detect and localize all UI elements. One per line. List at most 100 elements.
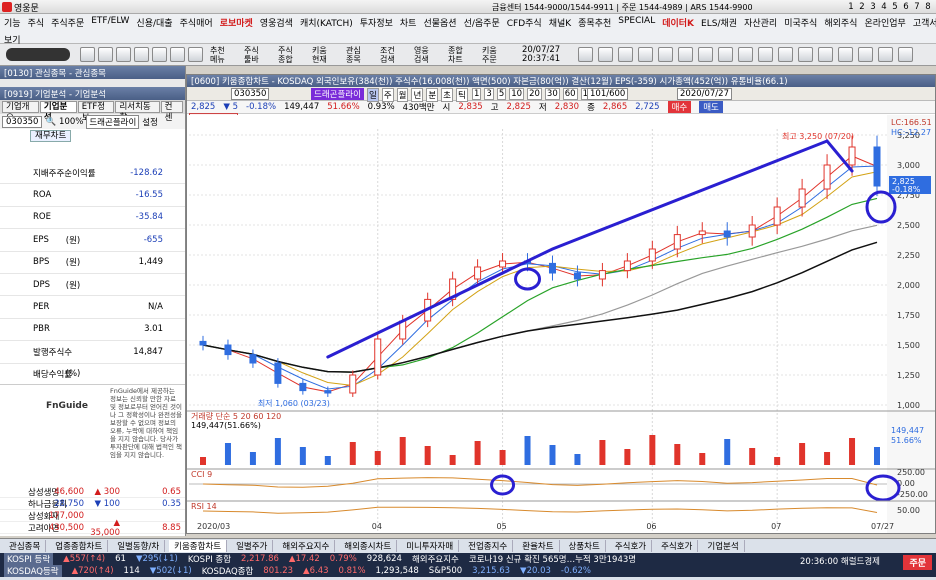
compare-icon[interactable] [798,47,813,62]
menu-item[interactable]: SPECIAL [618,16,655,29]
screen-number-6[interactable]: 6 [902,2,910,12]
company-analysis-header[interactable]: [0919] 기업분석 - 기업분석 [0,87,185,100]
flag-icon[interactable] [758,47,773,62]
interval-button[interactable]: 30 [544,88,560,100]
search-icon[interactable] [818,47,833,62]
bars-icon[interactable] [678,47,693,62]
menu-item[interactable]: 기능 [4,16,21,29]
zoom-level[interactable]: 100% [59,117,83,127]
menu-item[interactable]: 선물옵션 [423,16,456,29]
period-button[interactable]: 초 [441,88,453,102]
interval-button[interactable]: 60 [562,88,578,100]
menu-item[interactable]: ETF/ELW [91,16,129,29]
menu-item[interactable]: 주식 [28,16,45,29]
chart-icon[interactable] [134,47,149,62]
tab-0[interactable]: 기업개요 [2,101,39,123]
chart-code-input[interactable]: 030350 [231,88,270,100]
bottom-tab[interactable]: 해외주요지수 [277,540,336,552]
bottom-tab[interactable]: 키움종합차트 [169,540,228,552]
menu-item[interactable]: 데이터K [662,16,694,29]
menu-item[interactable]: CFD주식 [507,16,542,29]
interval-button[interactable]: 5 [496,88,507,100]
watchlist-row[interactable]: 하나금융지 28,750 ▼ 100 0.35 [0,498,185,510]
toolbar-button[interactable]: 종합 차트 [448,46,463,64]
chart-header[interactable]: [0600] 키움종합차트 - KOSDAQ 외국인보유(384(천)) 주식수… [187,75,935,87]
bottom-tab[interactable]: 일별주가 [231,540,274,552]
chart-count[interactable]: 101/600 [587,88,629,100]
menu-item[interactable]: 온라인업무 [864,16,905,29]
toolbar-button[interactable]: 키움 주문 [482,46,497,64]
table-icon[interactable] [598,47,613,62]
screen-number-5[interactable]: 5 [891,2,899,12]
bottom-tab[interactable]: 해외종시차트 [339,540,398,552]
edit-icon[interactable] [98,47,113,62]
search-icon[interactable]: 🔍 [45,117,56,127]
screen-number-4[interactable]: 4 [880,2,888,12]
toolbar-button[interactable]: 조건 검색 [380,46,395,64]
period-button[interactable]: 년 [411,88,424,102]
lock-icon[interactable] [858,47,873,62]
menu-item[interactable]: 영웅검색 [260,16,293,29]
bottom-tab[interactable]: 미니투자자매 [401,540,460,552]
menu-item[interactable]: 선/옵주문 [464,16,500,29]
bottom-tab[interactable]: 주식호가 [656,540,699,552]
help-icon[interactable] [838,47,853,62]
watchlist-row[interactable]: 삼성생명 46,600 ▲ 300 0.65 [0,486,185,498]
interval-button[interactable]: 20 [527,88,542,100]
menu-item[interactable]: 종목추천 [578,16,611,29]
tab-4[interactable]: 컨센 [160,101,183,123]
pencil-icon[interactable] [778,47,793,62]
watchlist-header[interactable]: [0130] 관심종목 - 관심종목 [0,66,185,79]
line-icon[interactable] [658,47,673,62]
screen-number-buttons[interactable]: 12345678 [847,2,932,12]
menu-item[interactable]: 고객서비스 [913,16,936,29]
folder-icon[interactable] [80,47,95,62]
bottom-tab[interactable]: 환율차트 [517,540,560,552]
list-icon[interactable] [578,47,593,62]
search-box[interactable] [6,48,70,61]
menu-item[interactable]: ELS/채권 [701,16,737,29]
chart-area[interactable]: 3,250 3,000 2,750 2,500 2,250 2,000 1,750 1,500… [187,115,935,536]
bottom-tab[interactable]: 기업분석 [702,540,745,552]
grid-icon[interactable] [116,47,131,62]
watchlist-row[interactable]: 고려아연 430,500 ▲ 35,000 8.85 [0,518,185,538]
period-button[interactable]: 분 [426,88,439,102]
menu-item[interactable]: 미국주식 [784,16,817,29]
sell-button[interactable]: 매도 [699,101,723,113]
screen-number-8[interactable]: 8 [924,2,932,12]
tab-3[interactable]: 리서치동향 [115,101,160,123]
bottom-tab[interactable]: 일별동향/차 [112,540,166,552]
calc-icon[interactable] [638,47,653,62]
chart-svg[interactable]: 3,2503,0002,7502,5002,2502,0001,7501,500… [187,115,935,533]
toolbar-button[interactable]: 주식 툴바 [244,46,259,64]
gear-icon[interactable] [618,47,633,62]
screen-number-7[interactable]: 7 [913,2,921,12]
window-icon[interactable] [152,47,167,62]
screen-number-1[interactable]: 1 [847,2,855,12]
toolbar-button[interactable]: 관심 종목 [346,46,361,64]
tab-2[interactable]: ETF정보 [77,101,115,123]
menu-item[interactable]: 신용/대출 [136,16,172,29]
bottom-tab[interactable]: 상품차트 [564,540,606,552]
stock-name-field[interactable]: 드래곤플라이 [86,114,140,129]
interval-button[interactable]: 10 [509,88,525,100]
menu-item[interactable]: 차트 [400,16,417,29]
screen-number-2[interactable]: 2 [858,2,866,12]
tab-1[interactable]: 기업분석 [39,101,77,123]
toolbar-button[interactable]: 영웅 검색 [414,46,429,64]
period-button[interactable]: 일 [367,88,379,102]
toolbar-button[interactable]: 주식 종합 [278,46,293,64]
chart-date[interactable]: 2020/07/27 [677,88,732,100]
toolbar-button[interactable]: 키움 현재 [312,46,327,64]
screen-number-3[interactable]: 3 [869,2,877,12]
stock-code-input[interactable]: 030350 [2,115,43,128]
menu-item[interactable]: 로보마켓 [220,16,253,29]
settings-button[interactable]: 설정 [142,116,158,128]
candle-icon[interactable] [738,47,753,62]
bottom-tab[interactable]: 관심종목 [4,540,47,552]
menu-item[interactable]: 채널K [549,16,571,29]
settings-icon[interactable] [170,47,185,62]
menu-item[interactable]: 자산관리 [744,16,777,29]
menu-item[interactable]: 투자정보 [360,16,393,29]
clock-icon[interactable] [718,47,733,62]
